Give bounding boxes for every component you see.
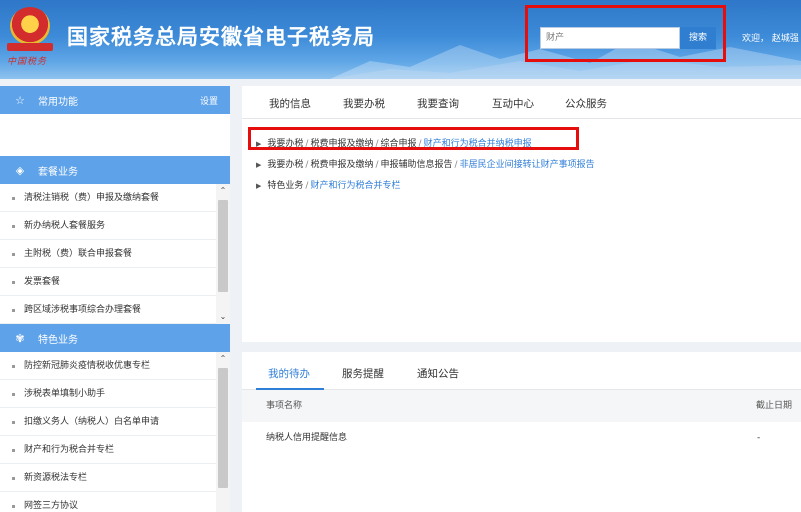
sidebar-item[interactable]: 财产和行为税合并专栏 bbox=[0, 436, 216, 464]
row-deadline: - bbox=[757, 433, 761, 443]
tab-interaction[interactable]: 互动中心 bbox=[492, 96, 534, 111]
search-button[interactable]: 搜索 bbox=[680, 27, 716, 49]
sidebar-item[interactable]: 防控新冠肺炎疫情税收优惠专栏 bbox=[0, 352, 216, 380]
tab-my-todo[interactable]: 我的待办 bbox=[268, 366, 310, 381]
scroll-down-icon[interactable]: ⌄ bbox=[216, 310, 230, 324]
table-row[interactable]: 纳税人信用提醒信息 - bbox=[242, 422, 801, 454]
result-highlight-box bbox=[248, 127, 579, 150]
column-header-name: 事项名称 bbox=[266, 401, 303, 411]
tab-notice[interactable]: 通知公告 bbox=[417, 366, 459, 381]
triangle-icon: ▶ bbox=[256, 161, 262, 169]
search-result[interactable]: ▶ 特色业务 / 财产和行为税合并专栏 bbox=[256, 178, 400, 191]
sidebar-item[interactable]: 涉税表单填制小助手 bbox=[0, 380, 216, 408]
tab-service-reminder[interactable]: 服务提醒 bbox=[342, 366, 384, 381]
sidebar-section-package[interactable]: ◈ 套餐业务 bbox=[0, 156, 230, 184]
sidebar-section-label: 特色业务 bbox=[38, 334, 78, 346]
site-title: 国家税务总局安徽省电子税务局 bbox=[67, 25, 375, 49]
column-header-deadline: 截止日期 bbox=[756, 401, 793, 411]
triangle-icon: ▶ bbox=[256, 182, 262, 190]
tab-public-service[interactable]: 公众服务 bbox=[565, 96, 607, 111]
sidebar-item[interactable]: 主附税（费）联合申报套餐 bbox=[0, 240, 216, 268]
scroll-up-icon[interactable]: ⌃ bbox=[216, 184, 230, 198]
flower-icon: ✾ bbox=[15, 331, 25, 345]
result-link[interactable]: 财产和行为税合并专栏 bbox=[310, 181, 400, 191]
settings-link[interactable]: 设置 bbox=[200, 94, 218, 107]
sidebar: ☆ 常用功能 设置 ◈ 套餐业务 清税注销税（费）申报及缴纳套餐 新办纳税人套餐… bbox=[0, 86, 230, 512]
main-panel: 我的信息 我要办税 我要查询 互动中心 公众服务 ▶ 我要办税 / 税费申报及缴纳 / 综… bbox=[242, 86, 801, 342]
sidebar-item[interactable]: 新资源税法专栏 bbox=[0, 464, 216, 492]
layers-icon: ◈ bbox=[15, 163, 25, 177]
todo-panel: 我的待办 服务提醒 通知公告 事项名称 截止日期 纳税人信用提醒信息 - bbox=[242, 352, 801, 512]
row-item-name[interactable]: 纳税人信用提醒信息 bbox=[266, 422, 347, 454]
tax-emblem-icon bbox=[10, 7, 50, 45]
scrollbar-thumb[interactable] bbox=[218, 368, 228, 488]
sidebar-item[interactable]: 扣缴义务人（纳税人）白名单申请 bbox=[0, 408, 216, 436]
special-scrollbar[interactable]: ⌃ bbox=[216, 352, 230, 512]
sidebar-section-special[interactable]: ✾ 特色业务 bbox=[0, 324, 230, 352]
sidebar-section-common[interactable]: ☆ 常用功能 设置 bbox=[0, 86, 230, 114]
table-header: 事项名称 截止日期 bbox=[242, 390, 801, 422]
sidebar-item[interactable]: 跨区域涉税事项综合办理套餐 bbox=[0, 296, 216, 324]
package-list: 清税注销税（费）申报及缴纳套餐 新办纳税人套餐服务 主附税（费）联合申报套餐 发… bbox=[0, 184, 230, 324]
tab-tax-handling[interactable]: 我要办税 bbox=[343, 96, 385, 111]
sidebar-item[interactable]: 发票套餐 bbox=[0, 268, 216, 296]
sidebar-item[interactable]: 清税注销税（费）申报及缴纳套餐 bbox=[0, 184, 216, 212]
sidebar-section-label: 常用功能 bbox=[38, 96, 78, 108]
special-list: 防控新冠肺炎疫情税收优惠专栏 涉税表单填制小助手 扣缴义务人（纳税人）白名单申请… bbox=[0, 352, 230, 512]
package-scrollbar[interactable]: ⌃ ⌄ bbox=[216, 184, 230, 324]
signature-logo: 中国税务 bbox=[7, 57, 48, 67]
main-tabs: 我的信息 我要办税 我要查询 互动中心 公众服务 bbox=[242, 86, 801, 119]
common-functions-empty bbox=[0, 114, 230, 156]
sidebar-section-label: 套餐业务 bbox=[38, 166, 78, 178]
sidebar-item[interactable]: 网签三方协议 bbox=[0, 492, 216, 512]
search-input[interactable]: 财产 bbox=[540, 27, 680, 49]
search-result[interactable]: ▶ 我要办税 / 税费申报及缴纳 / 申报辅助信息报告 / 非居民企业间接转让财产事项报告 bbox=[256, 157, 595, 170]
tab-my-info[interactable]: 我的信息 bbox=[269, 96, 311, 111]
todo-tabs: 我的待办 服务提醒 通知公告 bbox=[242, 352, 801, 390]
welcome-text: 欢迎， 赵城强 bbox=[742, 34, 799, 44]
emblem-base bbox=[7, 43, 53, 51]
star-icon: ☆ bbox=[15, 93, 25, 107]
sidebar-item[interactable]: 新办纳税人套餐服务 bbox=[0, 212, 216, 240]
scroll-up-icon[interactable]: ⌃ bbox=[216, 352, 230, 366]
tab-query[interactable]: 我要查询 bbox=[417, 96, 459, 111]
result-link[interactable]: 非居民企业间接转让财产事项报告 bbox=[460, 160, 595, 170]
scrollbar-thumb[interactable] bbox=[218, 200, 228, 292]
